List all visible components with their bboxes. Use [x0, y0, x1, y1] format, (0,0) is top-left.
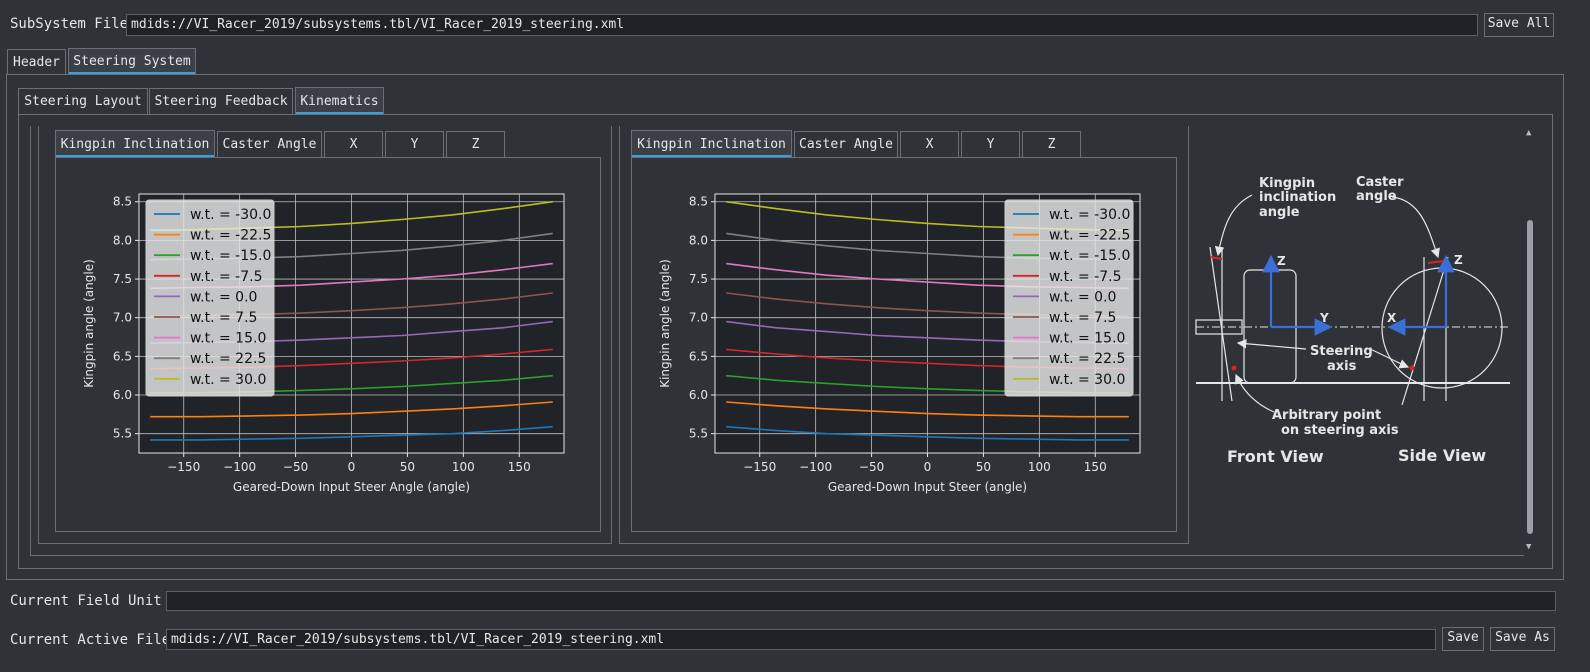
current-field-unit-input[interactable] [166, 591, 1556, 611]
x-tick-label: 0 [924, 460, 932, 474]
front-axis-y-label: Y [1319, 311, 1329, 325]
x-tick-label: 100 [452, 460, 475, 474]
kingpin-label-line3: angle [1259, 205, 1300, 220]
legend-entry: w.t. = 22.5 [190, 351, 266, 367]
y-tick-label: 8.5 [689, 195, 708, 209]
legend-entry: w.t. = -30.0 [1049, 207, 1130, 223]
right-tab-y[interactable]: Y [961, 131, 1020, 157]
legend-entry: w.t. = -22.5 [1049, 228, 1130, 244]
legend-entry: w.t. = 15.0 [1049, 331, 1125, 347]
kingpin-label-line2: inclination [1259, 190, 1336, 205]
left-tab-caster-angle[interactable]: Caster Angle [217, 131, 322, 157]
arbitrary-point-line1: Arbitrary point [1272, 408, 1381, 423]
steering-axis-line1: Steering [1310, 344, 1373, 359]
y-tick-label: 8.5 [113, 195, 132, 209]
tab-steering-feedback[interactable]: Steering Feedback [149, 88, 293, 114]
x-tick-label: −50 [283, 460, 308, 474]
legend-entry: w.t. = 15.0 [190, 331, 266, 347]
x-tick-label: −100 [223, 460, 256, 474]
legend-entry: w.t. = -15.0 [1049, 248, 1130, 264]
subsystem-file-input[interactable]: mdids://VI_Racer_2019/subsystems.tbl/VI_… [126, 14, 1478, 36]
y-tick-label: 7.0 [113, 311, 132, 325]
y-tick-label: 8.0 [113, 233, 132, 247]
x-tick-label: 50 [976, 460, 991, 474]
scroll-up-arrow-icon[interactable]: ▲ [1526, 128, 1531, 138]
x-tick-label: 50 [400, 460, 415, 474]
save-button[interactable]: Save [1442, 627, 1484, 651]
y-tick-label: 6.5 [113, 349, 132, 363]
y-tick-label: 7.5 [689, 272, 708, 286]
x-tick-label: 150 [1084, 460, 1107, 474]
x-axis-label: Geared-Down Input Steer Angle (angle) [233, 480, 470, 494]
tab-steering-system[interactable]: Steering System [68, 48, 196, 74]
x-tick-label: −50 [859, 460, 884, 474]
legend-entry: w.t. = -22.5 [190, 228, 271, 244]
tab-header[interactable]: Header [7, 49, 66, 74]
y-tick-label: 6.0 [113, 388, 132, 402]
side-axis-z-label: Z [1454, 253, 1463, 267]
kingpin-label-line1: Kingpin [1259, 176, 1315, 191]
x-tick-label: −150 [743, 460, 776, 474]
tab-steering-layout[interactable]: Steering Layout [18, 88, 148, 114]
legend-entry: w.t. = -7.5 [190, 269, 263, 285]
left-tab-z[interactable]: Z [446, 131, 505, 157]
x-axis-label: Geared-Down Input Steer (angle) [828, 480, 1027, 494]
save-all-button[interactable]: Save All [1484, 13, 1554, 37]
x-tick-label: 0 [348, 460, 356, 474]
legend-entry: w.t. = 7.5 [190, 310, 257, 326]
current-field-unit-label: Current Field Unit [10, 593, 162, 609]
right-tab-caster-angle[interactable]: Caster Angle [794, 131, 898, 157]
front-view-label: Front View [1227, 447, 1324, 466]
save-as-button[interactable]: Save As [1490, 627, 1555, 651]
caster-label-line1: Caster [1356, 175, 1404, 190]
x-tick-label: 100 [1028, 460, 1051, 474]
front-axis-z-label: Z [1277, 254, 1286, 268]
scrollbar-thumb[interactable] [1527, 220, 1533, 534]
side-axis-x-label: X [1387, 311, 1397, 325]
vertical-scrollbar[interactable]: ▲ ▼ [1525, 128, 1535, 554]
left-tab-y[interactable]: Y [385, 131, 444, 157]
side-view-label: Side View [1398, 446, 1486, 465]
y-tick-label: 7.0 [689, 311, 708, 325]
y-tick-label: 6.0 [689, 388, 708, 402]
y-tick-label: 8.0 [689, 233, 708, 247]
x-tick-label: −100 [799, 460, 832, 474]
legend-entry: w.t. = 30.0 [190, 372, 266, 388]
chart-kingpin-left: −150 −100 −50 0 50 100 150 5.5 6.0 6.5 7.0 7.5 8.0 8.… [82, 193, 565, 494]
x-tick-label: 150 [508, 460, 531, 474]
arbitrary-point-line2: on steering axis [1281, 423, 1399, 438]
y-tick-label: 5.5 [113, 427, 132, 441]
right-tab-x[interactable]: X [900, 131, 959, 157]
legend-entry: w.t. = 30.0 [1049, 372, 1125, 388]
caster-label-line2: angle [1356, 189, 1397, 204]
current-active-file-input[interactable]: mdids://VI_Racer_2019/subsystems.tbl/VI_… [166, 629, 1436, 650]
left-tab-kingpin-inclination[interactable]: Kingpin Inclination [55, 130, 215, 157]
right-tab-kingpin-inclination[interactable]: Kingpin Inclination [631, 130, 792, 157]
current-active-file-label: Current Active File [10, 632, 171, 648]
x-tick-label: −150 [167, 460, 200, 474]
y-axis-label: Kingpin angle (angle) [82, 259, 96, 388]
legend-entry: w.t. = -7.5 [1049, 269, 1122, 285]
legend-entry: w.t. = -15.0 [190, 248, 271, 264]
legend-entry: w.t. = -30.0 [190, 207, 271, 223]
left-tab-x[interactable]: X [324, 131, 383, 157]
chart-kingpin-right: −150 −100 −50 0 50 100 150 5.5 6.0 6.5 7.0 7.5 8.0 8.… [658, 193, 1141, 494]
legend-entry: w.t. = 7.5 [1049, 310, 1116, 326]
scroll-down-arrow-icon[interactable]: ▼ [1526, 542, 1531, 552]
y-tick-label: 5.5 [689, 427, 708, 441]
steering-geometry-diagram: Kingpin inclination angle Caster angle S… [1195, 175, 1510, 466]
y-axis-label: Kingpin angle (angle) [658, 259, 672, 388]
y-tick-label: 6.5 [689, 349, 708, 363]
legend-entry: w.t. = 0.0 [1049, 289, 1116, 305]
right-tab-z[interactable]: Z [1022, 131, 1081, 157]
y-tick-label: 7.5 [113, 272, 132, 286]
subsystem-file-label: SubSystem File [10, 16, 129, 32]
steering-axis-line2: axis [1327, 359, 1357, 374]
legend-entry: w.t. = 0.0 [190, 289, 257, 305]
tab-kinematics[interactable]: Kinematics [295, 87, 384, 114]
legend-entry: w.t. = 22.5 [1049, 351, 1125, 367]
